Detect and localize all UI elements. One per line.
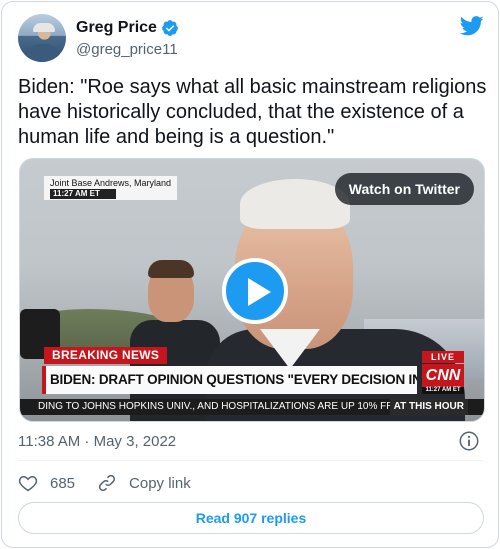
avatar[interactable] (18, 14, 66, 62)
like-button[interactable]: 685 (18, 473, 75, 493)
network-logo: CNN 11:27 AM ET (422, 364, 464, 394)
verified-badge-icon (162, 20, 178, 36)
divider (18, 460, 484, 461)
breaking-news-label: BREAKING NEWS (44, 347, 168, 364)
video-media[interactable]: Joint Base Andrews, Maryland 11:27 AM ET… (19, 158, 485, 422)
play-icon (248, 278, 271, 306)
news-headline: BIDEN: DRAFT OPINION QUESTIONS "EVERY DE… (42, 366, 417, 394)
author-name[interactable]: Greg Price (76, 19, 157, 37)
info-icon[interactable] (458, 430, 480, 452)
tweet-text: Biden: "Roe says what all basic mainstre… (18, 76, 487, 148)
action-bar: 685 Copy link (18, 472, 213, 494)
read-replies-button[interactable]: Read 907 replies (18, 502, 484, 534)
play-button[interactable] (222, 258, 288, 324)
ticker-tag: AT THIS HOUR (389, 399, 468, 415)
author-handle[interactable]: @greg_price11 (76, 41, 178, 58)
news-ticker: DING TO JOHNS HOPKINS UNIV., AND HOSPITA… (20, 399, 484, 415)
twitter-bird-icon[interactable] (460, 16, 484, 36)
watch-on-twitter-button[interactable]: Watch on Twitter (334, 173, 474, 205)
tweet-timestamp[interactable]: 11:38 AM · May 3, 2022 (18, 433, 176, 450)
link-icon (98, 474, 116, 492)
person-hair (148, 260, 194, 278)
location-text: Joint Base Andrews, Maryland (50, 178, 172, 188)
ticker-text: DING TO JOHNS HOPKINS UNIV., AND HOSPITA… (38, 401, 410, 412)
location-overlay: Joint Base Andrews, Maryland 11:27 AM ET (44, 176, 178, 200)
tweet-card: Greg Price @greg_price11 Biden: "Roe say… (1, 1, 499, 548)
speaker-hair (240, 179, 350, 229)
avatar-shirt (26, 44, 60, 62)
network-name: CNN (425, 367, 461, 384)
copy-link-label: Copy link (129, 474, 191, 492)
location-time: 11:27 AM ET (50, 189, 116, 199)
network-time: 11:27 AM ET (422, 387, 464, 394)
heart-icon (18, 475, 38, 492)
copy-link-button[interactable]: Copy link (97, 473, 191, 493)
author-name-row: Greg Price (76, 19, 179, 37)
avatar-hat (33, 23, 55, 32)
tweet-header: Greg Price @greg_price11 (18, 14, 484, 64)
live-tag: LIVE (422, 351, 464, 363)
like-count: 685 (50, 474, 76, 492)
